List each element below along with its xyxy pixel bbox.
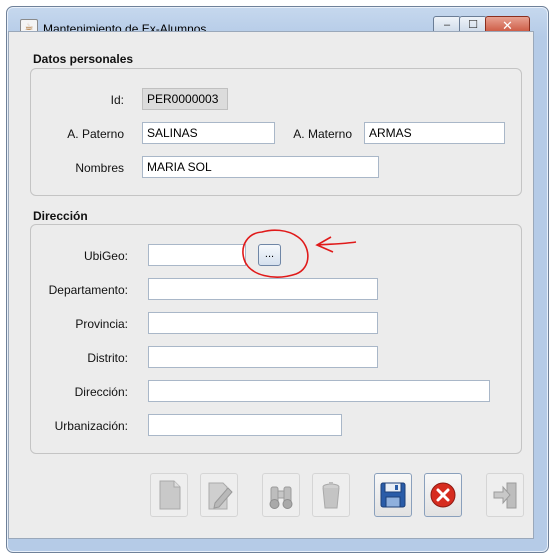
save-floppy-icon	[380, 482, 406, 508]
ubigeo-field[interactable]	[148, 244, 246, 266]
ubigeo-lookup-button[interactable]: ...	[258, 244, 281, 266]
cancel-button[interactable]	[424, 473, 462, 517]
departamento-label: Departamento:	[48, 283, 128, 297]
delete-button[interactable]	[312, 473, 350, 517]
cancel-x-icon	[430, 482, 456, 508]
materno-field[interactable]: ARMAS	[364, 122, 505, 144]
nombres-field[interactable]: MARIA SOL	[142, 156, 379, 178]
edit-pencil-icon	[208, 482, 233, 510]
exit-button[interactable]	[486, 473, 524, 517]
search-button[interactable]	[262, 473, 300, 517]
urbanizacion-label: Urbanización:	[54, 419, 128, 433]
address-section-title: Dirección	[33, 209, 88, 223]
direccion-field[interactable]	[148, 380, 490, 402]
trash-can-icon	[322, 482, 340, 509]
ubigeo-label: UbiGeo:	[83, 249, 128, 263]
direccion-label: Dirección:	[74, 385, 128, 399]
paterno-label: A. Paterno	[67, 127, 124, 141]
save-button[interactable]	[374, 473, 412, 517]
departamento-field[interactable]	[148, 278, 378, 300]
paterno-field[interactable]: SALINAS	[142, 122, 275, 144]
distrito-field[interactable]	[148, 346, 378, 368]
personal-section-title: Datos personales	[33, 52, 134, 66]
edit-button[interactable]	[200, 473, 238, 517]
provincia-field[interactable]	[148, 312, 378, 334]
nombres-label: Nombres	[75, 161, 124, 175]
provincia-label: Provincia:	[75, 317, 128, 331]
new-document-icon	[159, 480, 181, 510]
id-field: PER0000003	[142, 88, 228, 110]
materno-label: A. Materno	[293, 127, 352, 141]
new-button[interactable]	[150, 473, 188, 517]
distrito-label: Distrito:	[87, 351, 128, 365]
binoculars-search-icon	[269, 486, 293, 509]
exit-door-icon	[493, 482, 517, 509]
urbanizacion-field[interactable]	[148, 414, 342, 436]
id-label: Id:	[110, 93, 124, 107]
